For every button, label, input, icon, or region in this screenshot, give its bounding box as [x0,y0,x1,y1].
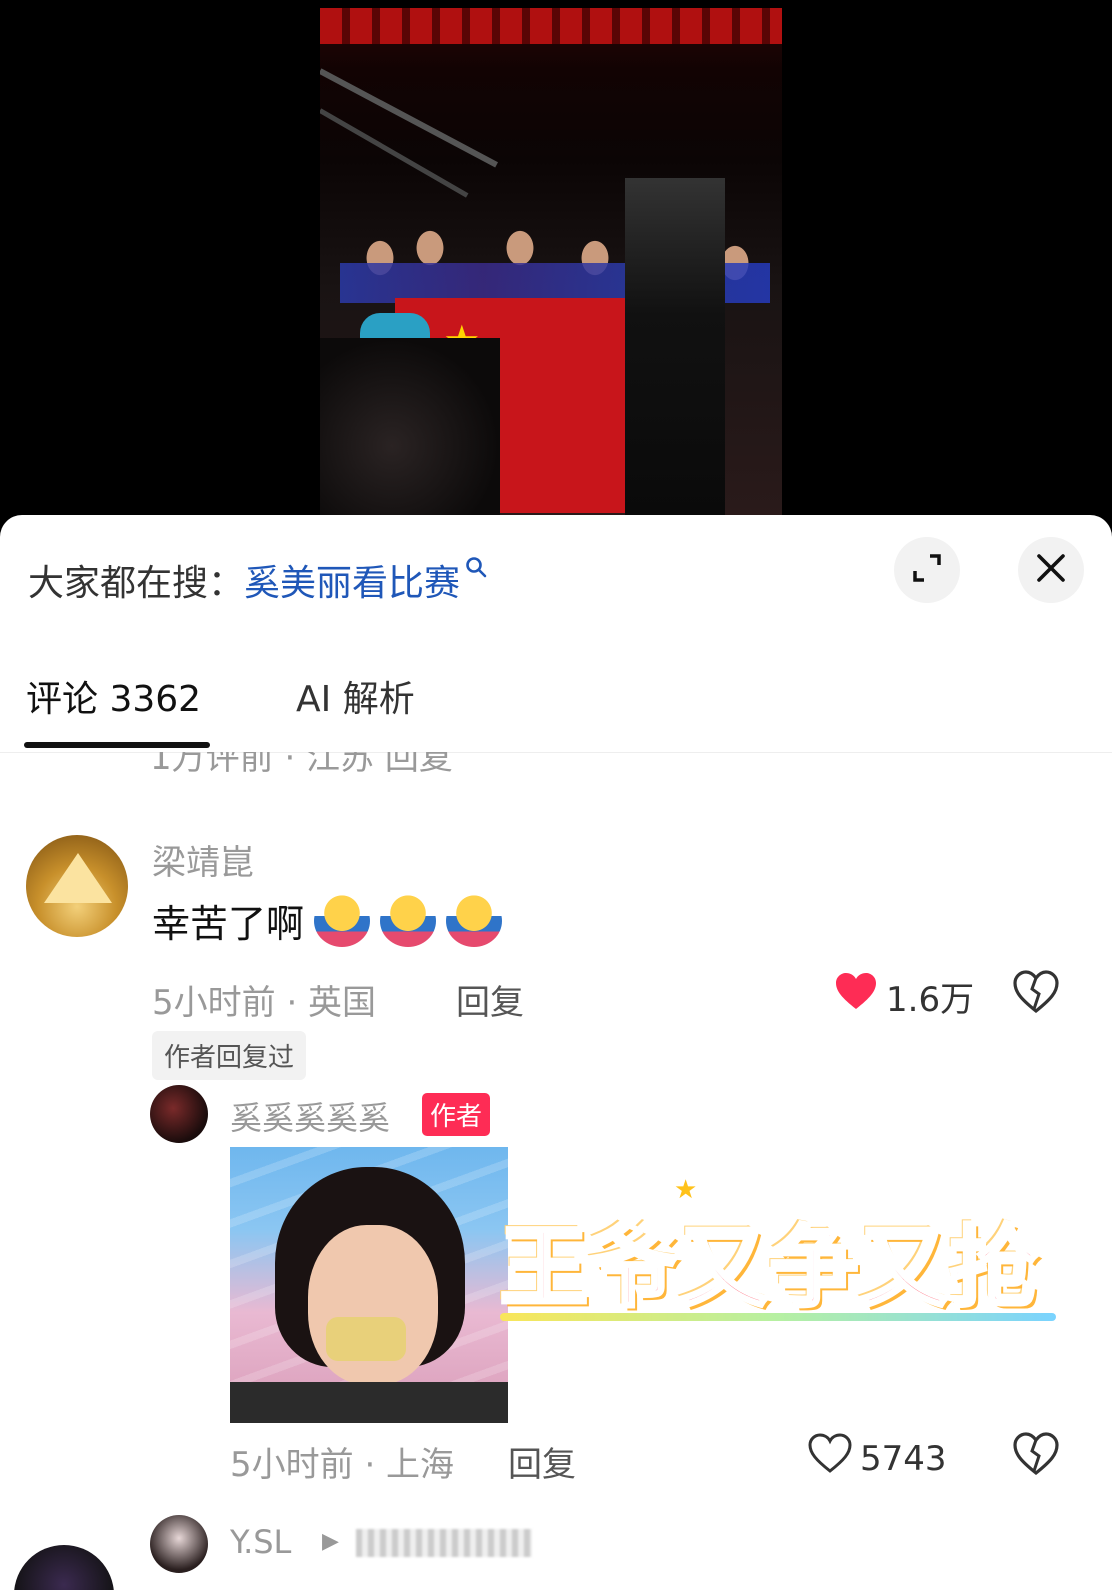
like-count: 5743 [860,1438,947,1479]
arena-banner [320,8,782,44]
like-button[interactable]: 5743 [808,1433,947,1484]
dislike-button[interactable] [1012,1431,1062,1481]
sticker-underline [500,1313,1056,1321]
author-replied-badge: 作者回复过 [152,1031,307,1080]
avatar[interactable] [150,1515,208,1573]
mountain-icon [44,853,112,903]
comment-username[interactable]: 梁靖崑 [152,835,254,884]
comment-body: 幸苦了啊 [152,893,503,948]
close-icon [1034,551,1068,589]
avatar[interactable] [26,835,128,937]
like-button[interactable]: 1.6万 [834,971,974,1022]
stage-truss [320,108,469,198]
tab-comments[interactable]: 评论 3362 [26,670,201,722]
heart-icon [834,971,878,1022]
reply-button[interactable]: 回复 [508,1437,576,1486]
sticker-caption: 王爷又争又抢 [498,1214,1041,1321]
play-arrow-icon: ▶ [322,1529,339,1554]
camera-rig [625,178,725,518]
dislike-button[interactable] [1012,969,1062,1019]
obscured-username [356,1529,532,1557]
broken-heart-icon [1012,1432,1060,1481]
trending-search-term[interactable]: 奚美丽看比赛 [244,554,460,606]
next-reply-item: Y.SL ▶ [150,1515,1090,1590]
crowd [320,338,500,518]
expand-icon [910,551,944,589]
avatar[interactable] [14,1545,114,1590]
scrolled-comment-meta: 1万评前 · 江苏 回复 [150,752,453,774]
next-reply-username[interactable]: Y.SL [230,1523,291,1561]
reply-sticker-image[interactable] [230,1147,508,1423]
hug-emoji-icon [446,894,503,947]
hug-emoji-icon [314,894,371,947]
reply-meta: 5小时前 · 上海 [230,1445,455,1485]
tab-bar: 评论 3362 AI 解析 [0,660,1112,760]
comment-meta: 5小时前 · 英国 [152,983,377,1023]
video-player[interactable]: ★ [0,0,1112,525]
avatar[interactable] [150,1085,208,1143]
heart-icon [808,1433,852,1484]
active-tab-indicator [24,742,210,748]
tab-ai-analysis[interactable]: AI 解析 [296,670,415,722]
scrolled-comment-row: 1万评前 · 江苏 回复 [150,752,1050,774]
expand-button[interactable] [894,537,960,603]
author-badge: 作者 [422,1093,491,1136]
search-icon [464,555,488,585]
broken-heart-icon [1012,970,1060,1019]
stage-truss [320,68,498,168]
like-count: 1.6万 [886,980,975,1020]
reply-username[interactable]: 奚奚奚奚奚 [230,1093,390,1139]
trending-search[interactable]: 大家都在搜： 奚美丽看比赛 [28,555,488,605]
close-button[interactable] [1018,537,1084,603]
reply-button[interactable]: 回复 [456,975,524,1024]
hug-emoji-icon [380,894,437,947]
comment-text: 幸苦了啊 [152,902,305,946]
trending-search-prefix: 大家都在搜： [28,563,245,604]
video-frame: ★ [320,8,782,518]
comment-sheet: 大家都在搜： 奚美丽看比赛 评论 3362 AI 解析 1万评前 · 江苏 回复… [0,515,1112,1590]
